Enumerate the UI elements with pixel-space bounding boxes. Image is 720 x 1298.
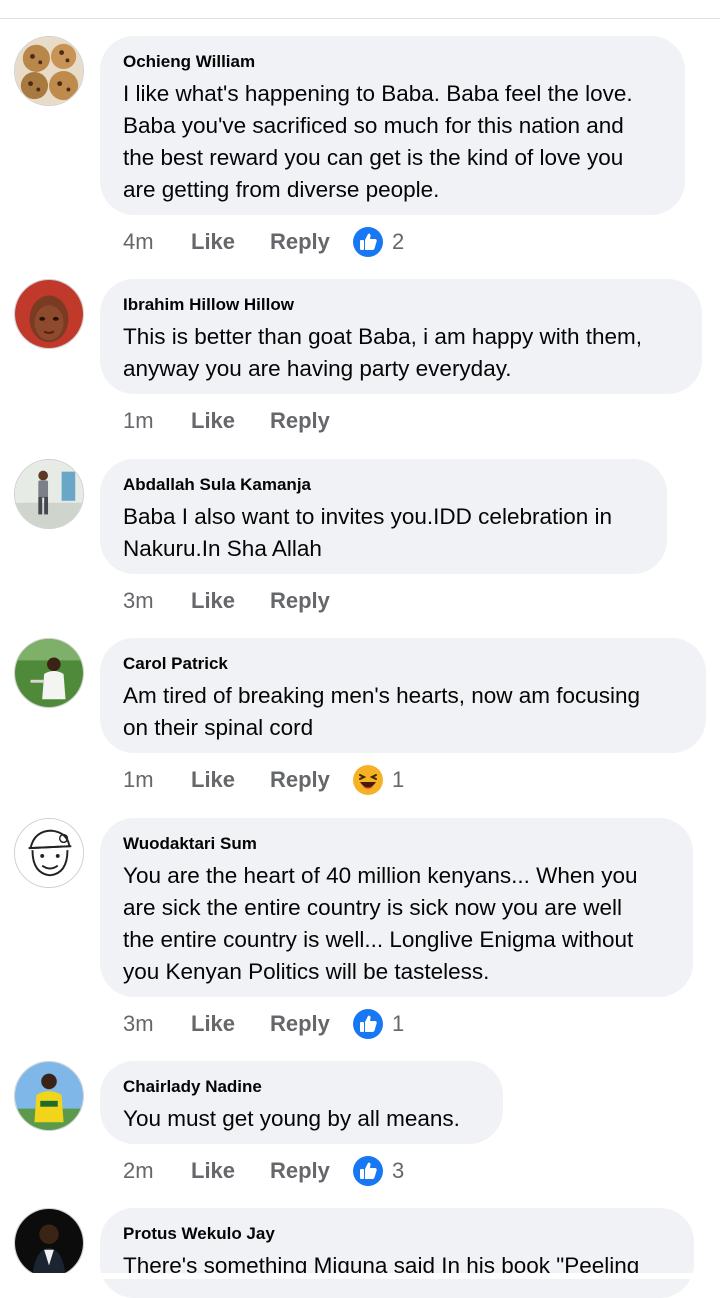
reply-button[interactable]: Reply: [270, 588, 352, 614]
like-button[interactable]: Like: [191, 408, 270, 434]
comment-time[interactable]: 3m: [123, 588, 191, 614]
haha-reaction-icon: [353, 765, 383, 795]
reaction-count: 1: [392, 767, 405, 792]
comment-text: You are the heart of 40 million kenyans.…: [123, 863, 638, 984]
comment-text: Baba I also want to invites you.IDD cele…: [123, 504, 613, 561]
reaction-count: 3: [392, 1158, 405, 1183]
cookies-photo: [15, 37, 83, 105]
avatar[interactable]: [14, 459, 84, 529]
comment-time[interactable]: 1m: [123, 408, 191, 434]
avatar[interactable]: [14, 1061, 84, 1131]
comment-actions: 3m Like Reply 1: [123, 1009, 404, 1039]
avatar[interactable]: [14, 818, 84, 888]
comment-bubble: Ibrahim Hillow Hillow This is better tha…: [100, 279, 702, 394]
like-button[interactable]: Like: [191, 767, 270, 793]
comment-author[interactable]: Carol Patrick: [123, 653, 682, 675]
reaction-summary[interactable]: 3: [352, 1155, 404, 1187]
comment-time[interactable]: 2m: [123, 1158, 191, 1184]
reaction-count: 1: [392, 1011, 405, 1036]
comment-actions: 4m Like Reply 2: [123, 227, 404, 257]
reply-button[interactable]: Reply: [270, 229, 352, 255]
comment-author[interactable]: Protus Wekulo Jay: [123, 1223, 670, 1245]
comment-author[interactable]: Ochieng William: [123, 51, 661, 73]
comment-author[interactable]: Ibrahim Hillow Hillow: [123, 294, 678, 316]
cartoon-sketch: [15, 819, 83, 887]
comment-text: This is better than goat Baba, i am happ…: [123, 324, 643, 381]
red-portrait-photo: [15, 280, 83, 348]
comment-time[interactable]: 3m: [123, 1011, 191, 1037]
comment-bubble: Abdallah Sula Kamanja Baba I also want t…: [100, 459, 667, 574]
reaction-count: 2: [392, 229, 405, 254]
comment-actions: 1m Like Reply: [123, 406, 352, 436]
reply-button[interactable]: Reply: [270, 408, 352, 434]
reply-button[interactable]: Reply: [270, 1158, 352, 1184]
suit-portrait-photo: [15, 1209, 83, 1277]
avatar[interactable]: [14, 279, 84, 349]
like-reaction-icon: [353, 227, 383, 257]
comment-actions: 3m Like Reply: [123, 586, 352, 616]
like-button[interactable]: Like: [191, 1011, 270, 1037]
comment-text: Am tired of breaking men's hearts, now a…: [123, 683, 641, 740]
reply-button[interactable]: Reply: [270, 767, 352, 793]
comment-author[interactable]: Abdallah Sula Kamanja: [123, 474, 643, 496]
avatar[interactable]: [14, 1208, 84, 1278]
like-button[interactable]: Like: [191, 229, 270, 255]
standing-person-photo: [15, 460, 83, 528]
bottom-edge: [0, 1273, 720, 1279]
avatar[interactable]: [14, 638, 84, 708]
yellow-outfit-photo: [15, 1062, 83, 1130]
top-divider: [0, 18, 720, 19]
comment-time[interactable]: 4m: [123, 229, 191, 255]
comment-bubble: Chairlady Nadine You must get young by a…: [100, 1061, 503, 1144]
reply-button[interactable]: Reply: [270, 1011, 352, 1037]
like-button[interactable]: Like: [191, 1158, 270, 1184]
comment-actions: 1m Like Reply 1: [123, 765, 404, 795]
comment-text: I like what's happening to Baba. Baba fe…: [123, 81, 633, 202]
like-reaction-icon: [353, 1156, 383, 1186]
reaction-summary[interactable]: 1: [352, 1008, 404, 1040]
comment-author[interactable]: Chairlady Nadine: [123, 1076, 479, 1098]
comment-time[interactable]: 1m: [123, 767, 191, 793]
garden-person-photo: [15, 639, 83, 707]
avatar[interactable]: [14, 36, 84, 106]
comment-author[interactable]: Wuodaktari Sum: [123, 833, 669, 855]
comment-actions: 2m Like Reply 3: [123, 1156, 404, 1186]
comment-bubble: Wuodaktari Sum You are the heart of 40 m…: [100, 818, 693, 997]
comment-bubble: Ochieng William I like what's happening …: [100, 36, 685, 215]
like-button[interactable]: Like: [191, 588, 270, 614]
reaction-summary[interactable]: 2: [352, 226, 404, 258]
like-reaction-icon: [353, 1009, 383, 1039]
comment-bubble: Protus Wekulo Jay There's something Migu…: [100, 1208, 694, 1298]
reaction-summary[interactable]: 1: [352, 764, 404, 796]
comment-text: You must get young by all means.: [123, 1106, 460, 1131]
comment-bubble: Carol Patrick Am tired of breaking men's…: [100, 638, 706, 753]
